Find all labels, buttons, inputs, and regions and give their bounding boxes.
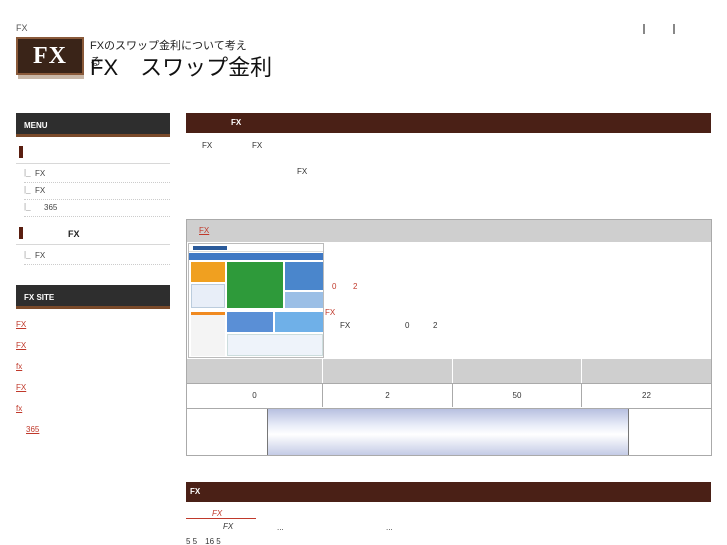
intro-text: FX: [202, 141, 213, 150]
news-ellipsis: ...: [277, 523, 284, 532]
news-heading: FX: [186, 482, 711, 502]
sidebar-menu-heading: MENU: [16, 113, 170, 137]
card-desc: 2: [433, 321, 438, 330]
table-header-cell: [187, 359, 323, 383]
header-divider: [673, 24, 675, 34]
logo-title: FX スワップ金利: [90, 55, 273, 80]
sidebar-item[interactable]: |_ FX: [24, 166, 170, 183]
card-value: 0: [332, 282, 337, 291]
promo-banner[interactable]: [267, 409, 629, 455]
sidebar-site-heading: FX SITE: [16, 285, 170, 309]
site-link[interactable]: 365: [26, 425, 39, 434]
site-link[interactable]: FX: [16, 341, 26, 350]
table-header-cell: [323, 359, 453, 383]
broker-card: FX 0 2 FX FX 0 2 0 2 50 22: [186, 219, 712, 456]
section-heading: FX: [186, 113, 711, 133]
news-date: 5 5 16 5: [186, 537, 221, 545]
table-cell: 0: [187, 383, 323, 407]
news-item[interactable]: FX: [223, 522, 233, 531]
card-label: FX: [325, 308, 336, 317]
site-link[interactable]: fx: [16, 404, 22, 413]
site-link[interactable]: FX: [16, 383, 26, 392]
sidebar-category[interactable]: [16, 142, 170, 164]
sidebar-item[interactable]: |_ FX: [24, 248, 170, 265]
site-link[interactable]: fx: [16, 362, 22, 371]
header-divider: [643, 24, 645, 34]
sidebar-category[interactable]: FX: [16, 223, 170, 245]
card-desc: 0: [405, 321, 410, 330]
top-label: FX: [16, 23, 28, 33]
website-screenshot[interactable]: [188, 243, 324, 358]
card-value: 2: [353, 282, 358, 291]
news-link[interactable]: FX: [212, 509, 222, 518]
table-cell: 22: [582, 383, 711, 407]
card-desc: FX: [340, 321, 351, 330]
card-header: FX: [187, 220, 711, 242]
card-title-link[interactable]: FX: [199, 226, 209, 235]
intro-text: FX: [252, 141, 263, 150]
intro-text: FX: [297, 167, 308, 176]
table-header-cell: [453, 359, 582, 383]
table-cell: 2: [323, 383, 453, 407]
table-cell: 50: [453, 383, 582, 407]
sidebar-item[interactable]: |_ 365: [24, 200, 170, 217]
site-link[interactable]: FX: [16, 320, 26, 329]
logo-mark: FX: [16, 37, 84, 75]
sidebar-item[interactable]: |_ FX: [24, 183, 170, 200]
news-ellipsis: ...: [386, 523, 393, 532]
table-header-cell: [582, 359, 711, 383]
site-logo[interactable]: FX FXのスワップ金利について考える FX スワップ金利: [16, 37, 272, 80]
